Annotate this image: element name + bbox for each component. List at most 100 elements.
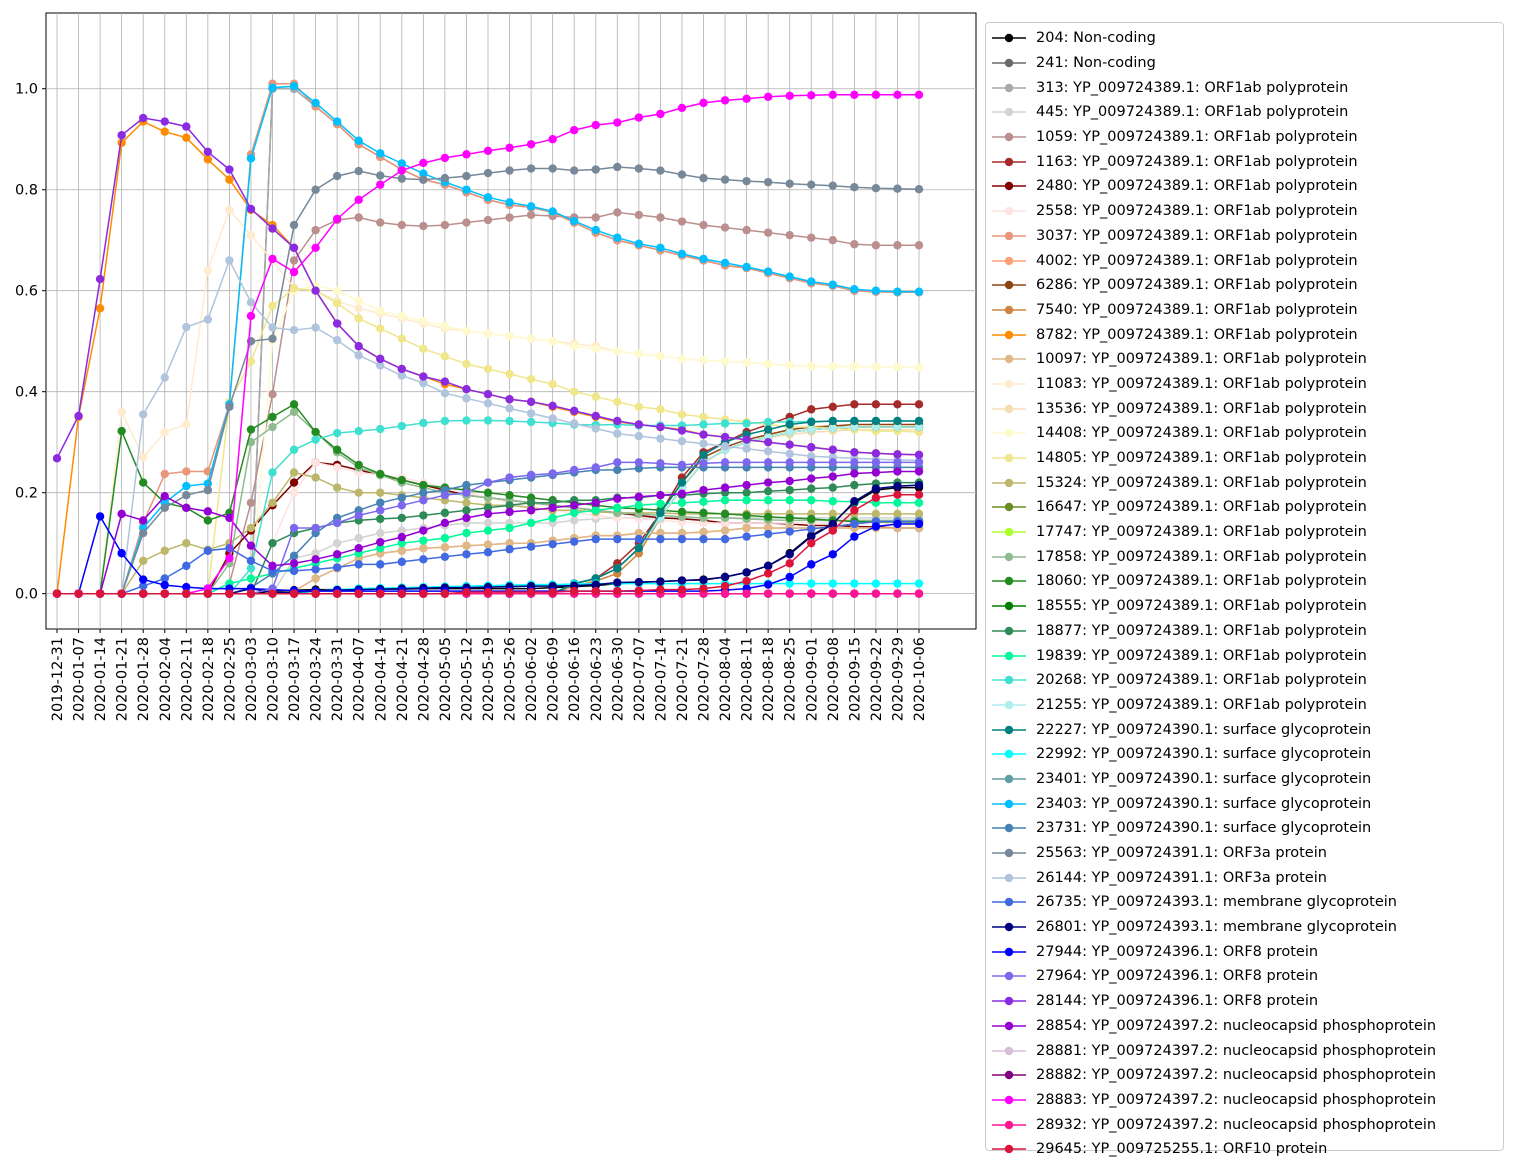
legend: 204: Non-coding 241: Non-coding 313: YP_00… — [985, 22, 1504, 1157]
legend-label: 26801: YP_009724393.1: membrane glycopro… — [1036, 919, 1397, 936]
legend-label: 14805: YP_009724389.1: ORF1ab polyprotei… — [1036, 450, 1367, 467]
data-point — [828, 236, 837, 245]
data-point — [570, 387, 579, 396]
x-tick-label: 2020-04-14 — [373, 637, 389, 721]
legend-item: 17858: YP_009724389.1: ORF1ab polyprotei… — [986, 544, 1503, 569]
data-point — [656, 534, 665, 544]
data-point — [462, 150, 471, 159]
data-point — [246, 498, 256, 507]
data-point — [289, 283, 299, 293]
data-point — [548, 379, 557, 389]
data-point — [52, 454, 62, 463]
data-point — [419, 488, 428, 497]
data-point — [483, 518, 493, 528]
data-point — [591, 463, 600, 472]
x-tick-label: 2020-05-26 — [503, 637, 519, 721]
data-point — [677, 170, 687, 179]
legend-item: 204: Non-coding — [986, 26, 1503, 51]
data-point — [419, 316, 428, 326]
data-point — [613, 347, 622, 356]
data-point — [462, 394, 471, 403]
data-point — [656, 490, 665, 500]
data-point — [95, 589, 105, 598]
data-point — [720, 96, 730, 105]
legend-swatch — [992, 626, 1026, 636]
data-point — [591, 120, 600, 130]
data-point — [871, 449, 881, 458]
data-point — [677, 498, 687, 507]
data-point — [785, 559, 794, 568]
legend-label: 27964: YP_009724396.1: ORF8 protein — [1036, 968, 1319, 985]
data-point — [634, 577, 644, 587]
data-point — [203, 589, 213, 598]
data-point — [505, 395, 514, 404]
data-point — [850, 240, 859, 249]
x-tick-label: 2020-09-22 — [869, 637, 885, 721]
data-point — [763, 486, 773, 496]
data-point — [376, 324, 385, 333]
data-point — [570, 537, 579, 546]
data-point — [376, 354, 385, 364]
data-point — [246, 357, 256, 366]
data-point — [850, 519, 859, 529]
x-tick-label: 2020-06-02 — [524, 637, 540, 721]
data-point — [699, 584, 708, 593]
data-point — [742, 458, 751, 467]
data-point — [332, 463, 342, 472]
x-tick-label: 2020-02-11 — [179, 637, 195, 721]
legend-label: 13536: YP_009724389.1: ORF1ab polyprotei… — [1036, 400, 1367, 417]
data-point — [677, 478, 687, 487]
data-point — [397, 501, 406, 510]
data-point — [289, 523, 299, 533]
data-point — [591, 506, 600, 515]
data-point — [462, 384, 471, 394]
data-point — [785, 272, 794, 281]
legend-swatch — [992, 355, 1026, 364]
data-point — [289, 220, 299, 230]
data-point — [160, 373, 169, 382]
data-point — [785, 458, 794, 467]
y-tick-label: 0.2 — [15, 486, 38, 502]
data-point — [311, 185, 320, 194]
data-point — [613, 494, 622, 503]
data-point — [246, 556, 256, 566]
data-point — [720, 175, 730, 184]
data-point — [505, 587, 514, 597]
legend-item: 7540: YP_009724389.1: ORF1ab polyprotein — [986, 298, 1503, 323]
data-point — [613, 208, 622, 217]
data-point — [656, 352, 665, 361]
legend-swatch — [992, 132, 1026, 142]
data-point — [289, 551, 299, 560]
data-point — [311, 589, 320, 598]
data-point — [354, 460, 363, 470]
data-point — [376, 488, 385, 497]
x-tick-label: 2020-03-24 — [309, 637, 325, 721]
data-point — [397, 589, 406, 598]
legend-swatch — [992, 750, 1026, 759]
x-tick-label: 2019-12-31 — [50, 637, 66, 721]
x-tick-label: 2020-03-03 — [244, 637, 260, 721]
legend-item: 28854: YP_009724397.2: nucleocapsid phos… — [986, 1014, 1503, 1039]
x-tick-label: 2020-08-25 — [783, 637, 799, 721]
data-point — [268, 301, 277, 311]
data-point — [613, 465, 622, 475]
data-point — [807, 538, 816, 548]
data-point — [677, 217, 687, 226]
data-point — [677, 436, 687, 446]
legend-item: 18555: YP_009724389.1: ORF1ab polyprotei… — [986, 594, 1503, 619]
data-point — [656, 508, 665, 518]
data-point — [742, 262, 751, 272]
data-point — [526, 542, 536, 551]
data-point — [763, 177, 773, 187]
data-point — [548, 414, 557, 423]
data-point — [440, 352, 450, 361]
data-point — [397, 311, 406, 321]
legend-label: 26735: YP_009724393.1: membrane glycopro… — [1036, 894, 1397, 911]
data-point — [483, 540, 493, 549]
data-point — [613, 416, 622, 426]
data-point — [763, 478, 773, 487]
legend-swatch — [992, 873, 1026, 882]
data-point — [160, 427, 169, 437]
data-point — [332, 445, 342, 454]
data-point — [182, 420, 191, 429]
